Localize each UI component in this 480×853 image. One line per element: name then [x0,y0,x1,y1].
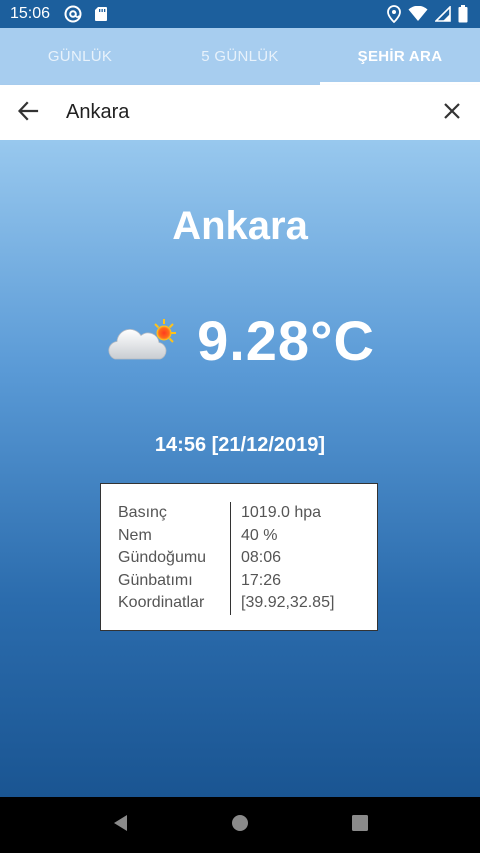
system-nav-bar [0,797,480,853]
detail-label: Basınç [118,502,231,525]
detail-row-pressure: Basınç 1019.0 hpa [118,502,334,525]
detail-value: [39.92,32.85] [241,594,335,611]
detail-row-sunset: Günbatımı 17:26 [118,569,334,592]
clear-search-button[interactable] [424,85,480,140]
at-sign-icon [64,5,82,23]
detail-value: 17:26 [241,571,282,589]
search-input[interactable] [56,92,424,133]
city-name: Ankara [172,204,308,248]
temperature: 9.28°C [197,308,375,372]
details-table: Basınç 1019.0 hpa Nem 40 % Gündoğumu 08:… [118,502,334,615]
status-bar: 15:06 [0,0,480,28]
search-bar [0,85,480,140]
detail-label: Gündoğumu [118,547,231,570]
nav-home-button[interactable] [220,805,260,845]
observation-datetime: 14:56 [21/12/2019] [154,434,326,456]
partly-cloudy-sun-icon [105,315,181,365]
wifi-icon [408,6,428,22]
recents-square-icon [351,814,369,836]
weather-panel: Ankara 9.28°C 14:56 [21/12/2019] Basınç … [0,140,480,797]
back-button[interactable] [0,85,56,140]
tab-bar: GÜNLÜK 5 GÜNLÜK ŞEHİR ARA [0,28,480,85]
weather-details: Basınç 1019.0 hpa Nem 40 % Gündoğumu 08:… [100,483,378,631]
signal-icon [435,6,451,22]
close-icon [443,102,461,124]
detail-label: Nem [118,524,231,547]
detail-row-humidity: Nem 40 % [118,524,334,547]
detail-value: 1019.0 hpa [241,504,322,521]
status-time: 15:06 [10,5,51,22]
detail-value: 40 % [241,526,278,544]
detail-value: 08:06 [241,549,282,566]
sd-card-icon [92,5,110,23]
home-circle-icon [231,814,249,836]
detail-row-sunrise: Gündoğumu 08:06 [118,547,334,570]
tab-5-gunluk[interactable]: 5 GÜNLÜK [160,28,320,85]
tab-gunluk[interactable]: GÜNLÜK [0,28,160,85]
tab-sehir-ara[interactable]: ŞEHİR ARA [320,28,480,85]
nav-recents-button[interactable] [340,805,380,845]
back-triangle-icon [111,813,129,837]
location-icon [387,5,401,23]
detail-row-coordinates: Koordinatlar [39.92,32.85] [118,592,334,615]
battery-icon [458,5,468,23]
detail-label: Günbatımı [118,569,231,592]
arrow-left-icon [17,100,39,126]
detail-label: Koordinatlar [118,592,231,615]
weather-summary: 9.28°C [0,305,480,375]
nav-back-button[interactable] [100,805,140,845]
